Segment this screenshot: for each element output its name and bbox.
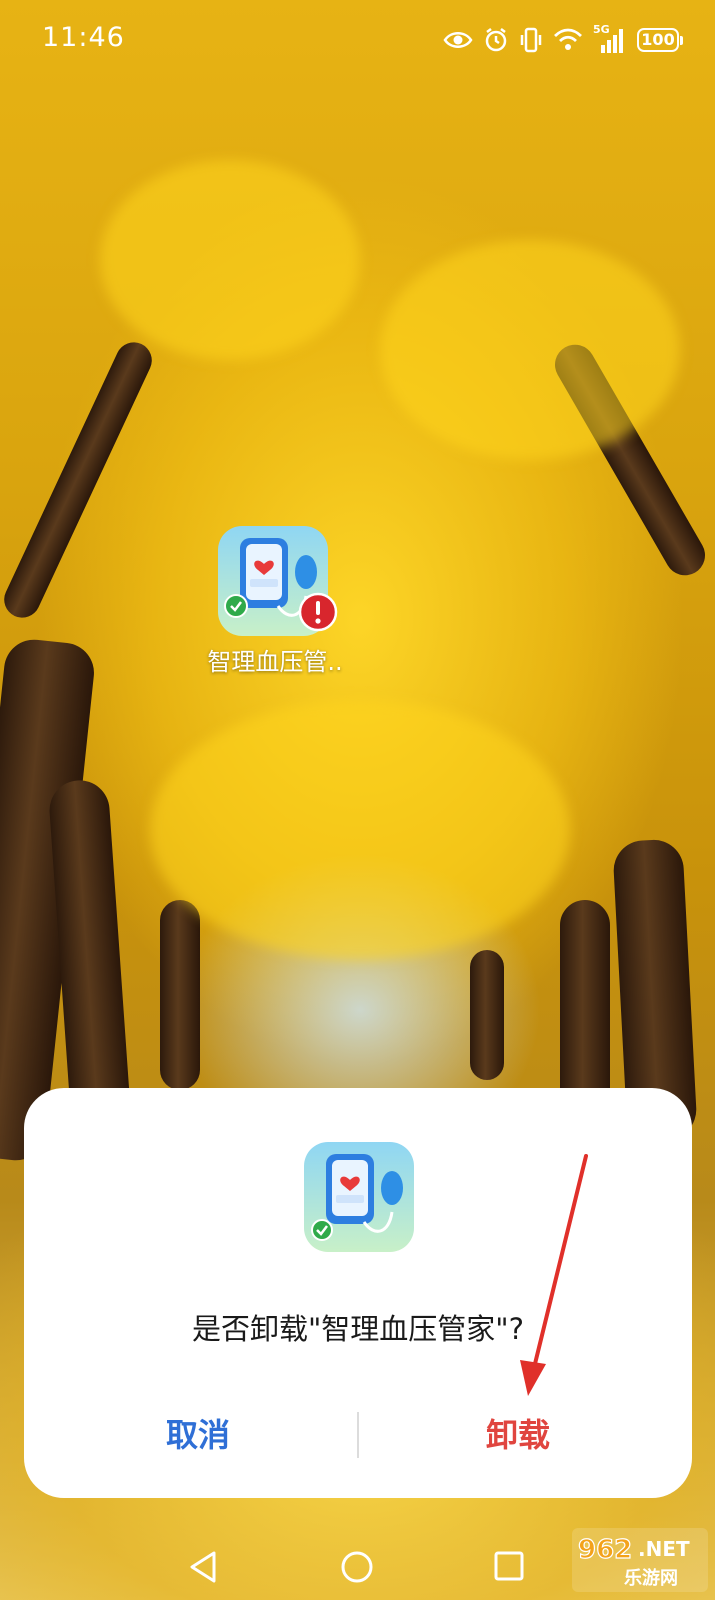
check-badge-icon (224, 594, 248, 622)
home-icon[interactable] (340, 1550, 374, 1588)
status-time: 11:46 (42, 22, 125, 53)
battery-icon: 100 (637, 28, 683, 52)
network-type-label: 5G (593, 23, 610, 36)
eye-icon (443, 29, 473, 51)
svg-text:.NET: .NET (638, 1537, 690, 1561)
app-icon-blood-pressure[interactable] (218, 526, 338, 636)
uninstall-button[interactable]: 卸载 (358, 1398, 678, 1468)
dialog-actions: 取消 卸载 (24, 1398, 692, 1468)
tree-branch (0, 336, 158, 624)
back-icon[interactable] (188, 1550, 218, 1588)
site-watermark-logo: 962 .NET 乐游网 (572, 1528, 708, 1592)
status-icons: 5G 100 (443, 22, 683, 58)
battery-level: 100 (637, 28, 679, 52)
wifi-icon (553, 28, 583, 52)
dialog-app-icon (304, 1142, 414, 1252)
status-bar: 11:46 5G 100 (0, 0, 715, 80)
tree-trunk (560, 900, 610, 1120)
tree-trunk (470, 950, 504, 1080)
app-label[interactable]: 智理血压管.. (160, 642, 390, 677)
alarm-icon (483, 27, 509, 53)
foliage (150, 700, 570, 960)
foliage (380, 240, 680, 460)
signal-icon: 5G (593, 23, 627, 55)
foliage (100, 160, 360, 360)
battery-tip (680, 35, 683, 45)
warning-badge-icon (298, 592, 338, 636)
svg-text:962: 962 (578, 1535, 632, 1565)
tree-trunk (160, 900, 200, 1090)
svg-text:乐游网: 乐游网 (624, 1567, 678, 1589)
blood-pressure-monitor-icon (304, 1142, 414, 1252)
annotation-arrow-icon (520, 1154, 588, 1396)
recents-icon[interactable] (493, 1550, 525, 1586)
cancel-button[interactable]: 取消 (38, 1398, 358, 1468)
vibrate-icon (519, 27, 543, 53)
